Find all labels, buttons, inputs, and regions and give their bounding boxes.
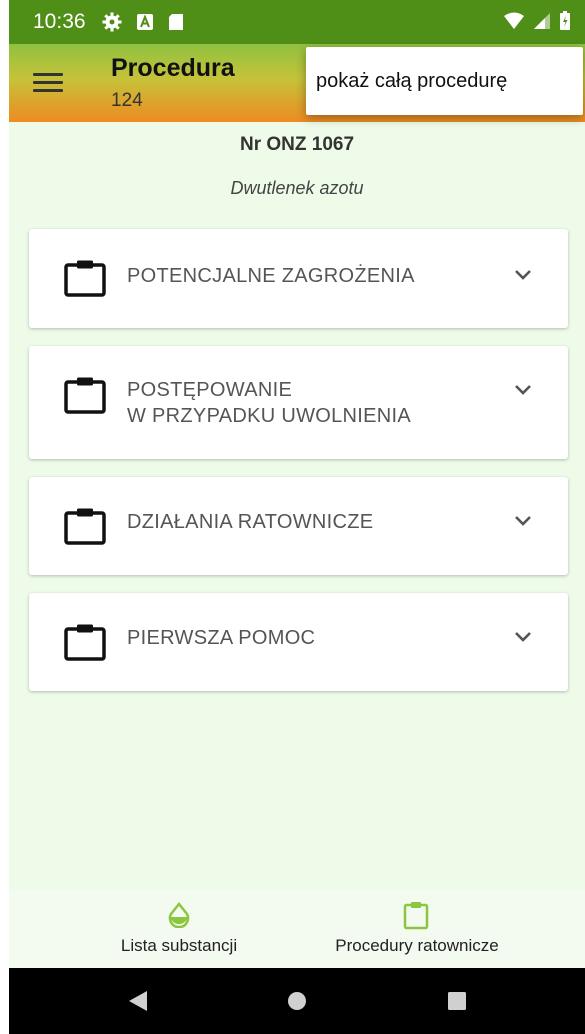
- battery-icon: [560, 11, 570, 30]
- section-card-rescue-actions[interactable]: DZIAŁANIA RATOWNICZE: [29, 477, 568, 575]
- wifi-icon: [504, 12, 524, 29]
- system-navigation-bar: [9, 968, 585, 1034]
- bottom-navigation: Lista substancji Procedury ratownicze: [9, 890, 585, 968]
- clipboard-icon: [64, 260, 106, 297]
- procedure-number: 124: [111, 90, 143, 111]
- section-title-line1: POSTĘPOWANIE: [127, 379, 293, 401]
- clipboard-icon: [64, 624, 106, 661]
- nav-label: Lista substancji: [120, 936, 238, 955]
- chevron-down-icon[interactable]: [514, 515, 532, 527]
- a-icon: [136, 14, 153, 30]
- nav-rescue-procedures[interactable]: Procedury ratownicze: [319, 890, 515, 968]
- clipboard-icon: [64, 377, 106, 414]
- section-title: PIERWSZA POMOC: [127, 627, 316, 649]
- chevron-down-icon[interactable]: [514, 269, 532, 281]
- onz-number: Nr ONZ 1067: [239, 134, 355, 155]
- drop-icon: [168, 902, 190, 928]
- chevron-down-icon[interactable]: [514, 384, 532, 396]
- recents-icon[interactable]: [447, 991, 467, 1011]
- status-bar: 10:36: [9, 0, 585, 44]
- section-card-potential-hazards[interactable]: POTENCJALNE ZAGROŻENIA: [29, 229, 568, 328]
- gear-icon: [102, 12, 122, 32]
- menu-icon[interactable]: [33, 68, 63, 98]
- section-card-first-aid[interactable]: PIERWSZA POMOC: [29, 593, 568, 691]
- clipboard-icon: [403, 902, 429, 930]
- section-title: POSTĘPOWANIE W PRZYPADKU UWOLNIENIA: [127, 377, 411, 429]
- section-title-line2: W PRZYPADKU UWOLNIENIA: [127, 405, 412, 427]
- section-card-release-response[interactable]: POSTĘPOWANIE W PRZYPADKU UWOLNIENIA: [29, 346, 568, 459]
- sd-card-icon: [168, 14, 183, 30]
- back-icon[interactable]: [127, 990, 149, 1012]
- app-screen: 10:36 Procedura 124 pokaż całą procedurę…: [9, 0, 585, 1034]
- nav-label: Procedury ratownicze: [335, 936, 499, 955]
- section-title: DZIAŁANIA RATOWNICZE: [127, 511, 374, 533]
- home-icon[interactable]: [287, 991, 307, 1011]
- show-full-procedure-menu-item[interactable]: pokaż całą procedurę: [316, 70, 507, 93]
- chevron-down-icon[interactable]: [514, 631, 532, 643]
- signal-icon: [534, 13, 550, 29]
- overflow-menu: pokaż całą procedurę: [306, 47, 583, 115]
- nav-substance-list[interactable]: Lista substancji: [104, 890, 254, 968]
- substance-name: Dwutlenek azotu: [230, 178, 364, 198]
- page-title: Procedura: [111, 54, 235, 82]
- clipboard-icon: [64, 508, 106, 545]
- status-time: 10:36: [33, 10, 86, 33]
- section-title: POTENCJALNE ZAGROŻENIA: [127, 265, 415, 287]
